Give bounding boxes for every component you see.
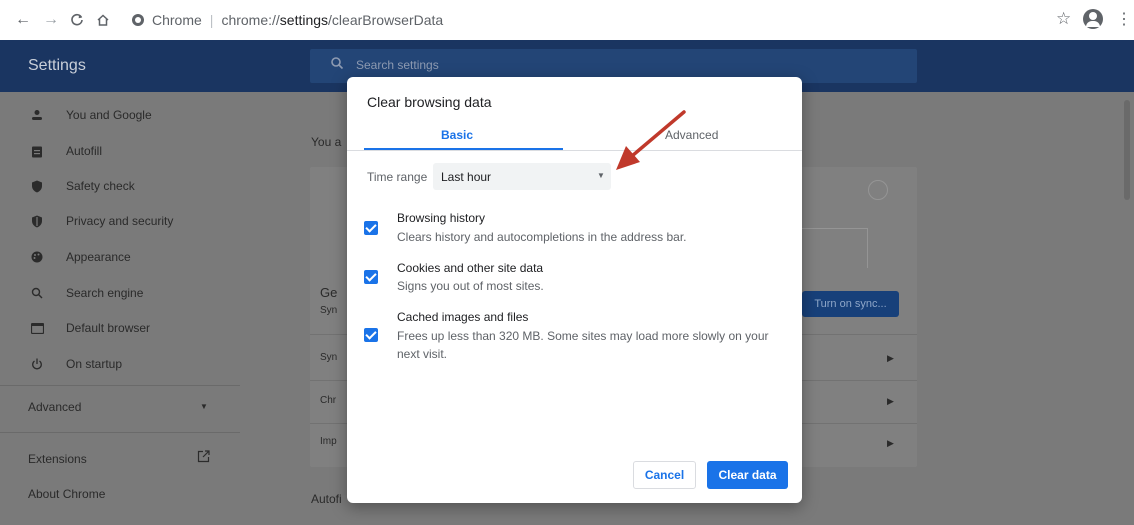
sidebar-divider bbox=[0, 385, 240, 386]
sidebar-item-label: Search engine bbox=[66, 286, 144, 300]
option-title: Cookies and other site data bbox=[397, 261, 544, 275]
chevron-right-icon[interactable]: ▶ bbox=[887, 353, 894, 364]
sidebar-advanced[interactable]: Advanced bbox=[28, 400, 81, 414]
home-icon[interactable] bbox=[92, 9, 114, 31]
main-section-heading: You a bbox=[311, 135, 342, 149]
option-title: Cached images and files bbox=[397, 310, 529, 324]
sync-title: Ge bbox=[320, 285, 338, 300]
search-placeholder: Search settings bbox=[356, 58, 439, 72]
sidebar-item-search-engine[interactable]: Search engine bbox=[0, 278, 240, 308]
clipboard-icon bbox=[30, 144, 44, 158]
sync-subtitle: Syn bbox=[320, 305, 338, 316]
time-range-select[interactable]: Last hour ▼ bbox=[433, 163, 611, 190]
back-arrow-icon[interactable]: ← bbox=[12, 9, 34, 31]
option-description: Frees up less than 320 MB. Some sites ma… bbox=[397, 329, 769, 361]
sidebar-item-label: Appearance bbox=[66, 250, 131, 264]
settings-row[interactable]: Imp bbox=[320, 436, 337, 447]
palette-icon bbox=[30, 250, 44, 264]
tab-basic[interactable]: Basic bbox=[441, 128, 473, 142]
time-range-value: Last hour bbox=[441, 170, 492, 184]
sidebar-item-autofill[interactable]: Autofill bbox=[0, 136, 240, 166]
sidebar-item-on-startup[interactable]: On startup bbox=[0, 349, 240, 379]
sidebar-item-privacy-and-security[interactable]: Privacy and security bbox=[0, 206, 240, 236]
turn-on-sync-button[interactable]: Turn on sync... bbox=[802, 291, 899, 317]
sidebar-item-appearance[interactable]: Appearance bbox=[0, 242, 240, 272]
shield-icon bbox=[30, 214, 44, 228]
cached-images-checkbox[interactable] bbox=[364, 328, 378, 342]
page-scrollbar[interactable] bbox=[1124, 100, 1130, 200]
settings-row[interactable]: Chr bbox=[320, 395, 336, 406]
sidebar-item-safety-check[interactable]: Safety check bbox=[0, 171, 240, 201]
clear-data-button[interactable]: Clear data bbox=[707, 461, 788, 489]
sidebar-item-label: Privacy and security bbox=[66, 214, 174, 228]
settings-row[interactable]: Syn bbox=[320, 352, 337, 363]
search-icon bbox=[30, 286, 44, 300]
decorative-shape bbox=[802, 228, 868, 268]
search-icon bbox=[330, 56, 344, 70]
decorative-circle bbox=[868, 180, 888, 200]
time-range-label: Time range bbox=[367, 170, 428, 184]
sidebar-extensions[interactable]: Extensions bbox=[28, 452, 87, 466]
reload-icon[interactable] bbox=[66, 9, 88, 31]
kebab-menu-icon[interactable]: ⋮ bbox=[1116, 9, 1132, 29]
option-description: Signs you out of most sites. bbox=[397, 279, 544, 293]
sidebar-item-label: Safety check bbox=[66, 179, 135, 193]
sidebar-about-chrome[interactable]: About Chrome bbox=[28, 487, 105, 501]
url-text: chrome://settings/clearBrowserData bbox=[221, 12, 444, 28]
power-icon bbox=[30, 357, 44, 371]
person-icon bbox=[30, 108, 44, 122]
sidebar-item-label: On startup bbox=[66, 357, 123, 371]
option-title: Browsing history bbox=[397, 211, 486, 225]
sidebar-divider bbox=[0, 432, 240, 433]
cookies-checkbox[interactable] bbox=[364, 270, 378, 284]
cancel-button[interactable]: Cancel bbox=[633, 461, 696, 489]
sidebar-item-label: Autofill bbox=[66, 144, 103, 158]
chevron-down-icon[interactable]: ▼ bbox=[200, 402, 208, 411]
clear-browsing-data-dialog: Clear browsing data Basic Advanced Time … bbox=[347, 77, 802, 503]
chevron-right-icon[interactable]: ▶ bbox=[887, 438, 894, 449]
forward-arrow-icon[interactable]: → bbox=[40, 9, 62, 31]
open-external-icon[interactable] bbox=[197, 450, 210, 466]
option-description: Clears history and autocompletions in th… bbox=[397, 230, 687, 244]
page-title: Settings bbox=[28, 57, 86, 74]
chevron-right-icon[interactable]: ▶ bbox=[887, 396, 894, 407]
address-bar[interactable]: Chrome | chrome://settings/clearBrowserD… bbox=[120, 7, 1122, 33]
site-chip: Chrome bbox=[152, 12, 202, 28]
sidebar-item-you-and-google[interactable]: You and Google bbox=[0, 100, 240, 130]
chrome-page-icon bbox=[132, 14, 144, 26]
browser-icon bbox=[30, 321, 44, 335]
sidebar-item-label: You and Google bbox=[66, 108, 152, 122]
annotation-arrow bbox=[616, 110, 686, 170]
shield-check-icon bbox=[30, 179, 44, 193]
sidebar-item-label: Default browser bbox=[66, 321, 151, 335]
browsing-history-checkbox[interactable] bbox=[364, 221, 378, 235]
browser-toolbar: ← → Chrome | chrome://settings/clearBrow… bbox=[0, 0, 1134, 40]
profile-avatar-icon[interactable] bbox=[1083, 9, 1103, 29]
bookmark-star-icon[interactable]: ☆ bbox=[1056, 9, 1071, 29]
address-separator: | bbox=[209, 12, 214, 28]
autofill-heading: Autofi bbox=[311, 492, 342, 506]
tab-divider bbox=[347, 150, 802, 151]
dialog-title: Clear browsing data bbox=[367, 94, 492, 110]
sidebar-item-default-browser[interactable]: Default browser bbox=[0, 313, 240, 343]
